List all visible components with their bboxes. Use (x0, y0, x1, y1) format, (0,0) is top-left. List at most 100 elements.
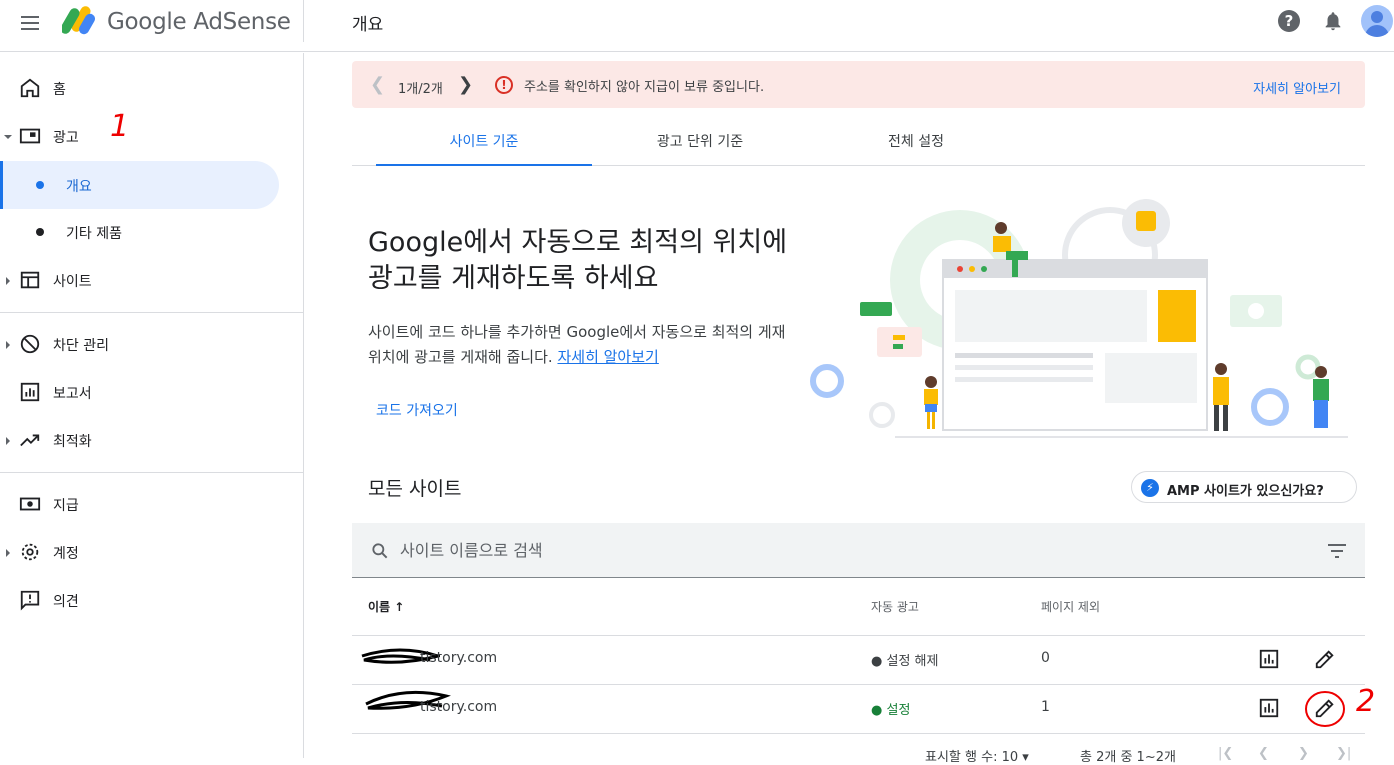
auto-ads-status-label: 설정 (886, 703, 911, 718)
sidebar-item-blocking[interactable]: 차단 관리 (0, 320, 303, 368)
adsense-logo[interactable]: Google AdSense (60, 5, 302, 39)
rows-per-page[interactable]: 표시할 행 수: 10 ▾ (925, 746, 1029, 765)
sidebar-divider (0, 472, 303, 473)
alert-learn-more-link[interactable]: 자세히 알아보기 (1253, 78, 1341, 97)
alert-banner: ❮ 1개/2개 ❯ ! 주소를 확인하지 않아 지급이 보류 중입니다. 자세히… (352, 61, 1365, 108)
filter-icon[interactable] (1327, 543, 1347, 559)
all-sites-heading: 모든 사이트 (368, 478, 462, 500)
column-header-page-exclusion: 페이지 제외 (1041, 600, 1101, 614)
sidebar-item-sites[interactable]: 사이트 (0, 256, 303, 304)
sidebar-item-reports[interactable]: 보고서 (0, 368, 303, 416)
sidebar-item-label: 기타 제품 (66, 226, 122, 242)
gear-icon (21, 543, 39, 561)
expand-caret-icon (6, 437, 10, 445)
header-divider (303, 0, 304, 42)
sidebar-item-label: 계정 (53, 546, 79, 562)
sort-arrow-up-icon: ↑ (394, 600, 405, 614)
site-search-bar (352, 523, 1365, 578)
alert-counter: 1개/2개 (398, 82, 443, 97)
top-app-bar: Google AdSense 개요 ? (0, 0, 1394, 52)
sidebar-item-label: 지급 (53, 498, 79, 514)
report-icon (20, 382, 40, 402)
help-icon[interactable]: ? (1278, 10, 1300, 32)
column-header-name[interactable]: 이름 ↑ (368, 598, 404, 615)
prev-alert-chevron-icon[interactable]: ❮ (370, 74, 385, 95)
sidebar-item-overview[interactable]: 개요 (0, 161, 279, 209)
page-exclusion-count: 1 (1041, 699, 1050, 715)
site-name[interactable]: tistory.com (420, 699, 497, 715)
block-icon (20, 334, 40, 354)
sidebar-item-label: 최적화 (53, 434, 92, 450)
tab-bar: 사이트 기준 광고 단위 기준 전체 설정 (352, 118, 1365, 166)
table-divider (352, 733, 1365, 734)
pagination-range: 총 2개 중 1~2개 (1080, 750, 1176, 765)
tab-by-ad-unit[interactable]: 광고 단위 기준 (592, 118, 808, 166)
annotation-1: 1 (110, 109, 130, 144)
auto-ads-status: ● 설정 (871, 703, 911, 718)
prev-page-icon[interactable]: ❮ (1258, 746, 1269, 761)
auto-ads-status: ● 설정 해제 (871, 654, 939, 669)
sidebar-item-home[interactable]: 홈 (0, 64, 303, 112)
sidebar-item-label: 광고 (53, 130, 79, 146)
page-exclusion-count: 0 (1041, 650, 1050, 666)
sites-icon (20, 271, 40, 289)
hero-description: 사이트에 코드 하나를 추가하면 Google에서 자동으로 최적의 게재위치에… (368, 320, 798, 370)
sidebar-item-feedback[interactable]: 의견 (0, 576, 303, 624)
feedback-icon (20, 590, 40, 611)
next-page-icon[interactable]: ❯ (1298, 746, 1309, 761)
last-page-icon[interactable]: ❯| (1336, 746, 1351, 761)
expand-caret-icon (6, 341, 10, 349)
annotation-2: 2 (1356, 684, 1376, 719)
tab-global-settings[interactable]: 전체 설정 (808, 118, 1024, 166)
sidebar-item-label: 개요 (66, 179, 92, 195)
payments-icon (19, 497, 41, 511)
sidebar-item-payments[interactable]: 지급 (0, 480, 303, 528)
expand-caret-icon (6, 277, 10, 285)
home-icon (20, 78, 40, 98)
hero-learn-more-link[interactable]: 자세히 알아보기 (557, 348, 658, 366)
account-avatar[interactable] (1361, 5, 1393, 37)
adsense-logo-mark (60, 6, 95, 35)
notifications-bell-icon[interactable] (1322, 9, 1344, 33)
sidebar-divider (0, 312, 303, 313)
sidebar-item-other-products[interactable]: 기타 제품 (0, 208, 303, 256)
tab-by-site[interactable]: 사이트 기준 (376, 118, 592, 166)
next-alert-chevron-icon[interactable]: ❯ (458, 74, 473, 95)
get-code-button[interactable]: 코드 가져오기 (376, 400, 458, 420)
search-icon (372, 543, 388, 559)
report-chart-icon[interactable] (1258, 697, 1280, 719)
lightning-bolt-icon: ⚡ (1141, 479, 1159, 497)
site-name[interactable]: tistory.com (420, 650, 497, 666)
table-divider (352, 635, 1365, 636)
edit-pencil-icon[interactable] (1314, 648, 1336, 670)
expand-caret-icon (6, 549, 10, 557)
sidebar-item-label: 사이트 (53, 274, 92, 290)
sidebar-item-label: 홈 (53, 82, 66, 98)
sidebar-item-account[interactable]: 계정 (0, 528, 303, 576)
hero-title: Google에서 자동으로 최적의 위치에 광고를 게재하도록 하세요 (368, 227, 788, 294)
ads-icon (19, 128, 41, 144)
expand-caret-icon (4, 135, 12, 139)
table-divider (352, 684, 1365, 685)
amp-site-button[interactable]: ⚡ AMP 사이트가 있으신가요? (1131, 471, 1357, 503)
bullet-dot (36, 228, 44, 236)
page-title: 개요 (352, 15, 384, 35)
sidebar-nav: 홈 광고 1 개요 기타 제품 사이트 차단 관리 보고서 최적화 지급 계정 … (0, 53, 304, 758)
sidebar-item-optimization[interactable]: 최적화 (0, 416, 303, 464)
error-icon: ! (495, 76, 513, 94)
amp-button-label: AMP 사이트가 있으신가요? (1167, 484, 1324, 499)
column-header-name-label: 이름 (368, 600, 391, 614)
sidebar-item-label: 보고서 (53, 386, 92, 402)
site-search-input[interactable] (400, 537, 1200, 563)
column-header-auto-ads: 자동 광고 (871, 600, 919, 614)
annotation-circle (1305, 691, 1345, 727)
auto-ads-status-label: 설정 해제 (886, 654, 939, 669)
bullet-dot (36, 181, 44, 189)
trending-up-icon (20, 434, 40, 447)
menu-icon[interactable] (18, 12, 42, 36)
first-page-icon[interactable]: |❮ (1218, 746, 1233, 761)
alert-message: 주소를 확인하지 않아 지급이 보류 중입니다. (524, 80, 765, 95)
auto-ads-illustration (810, 199, 1348, 438)
report-chart-icon[interactable] (1258, 648, 1280, 670)
sidebar-item-ads[interactable]: 광고 (0, 112, 303, 160)
